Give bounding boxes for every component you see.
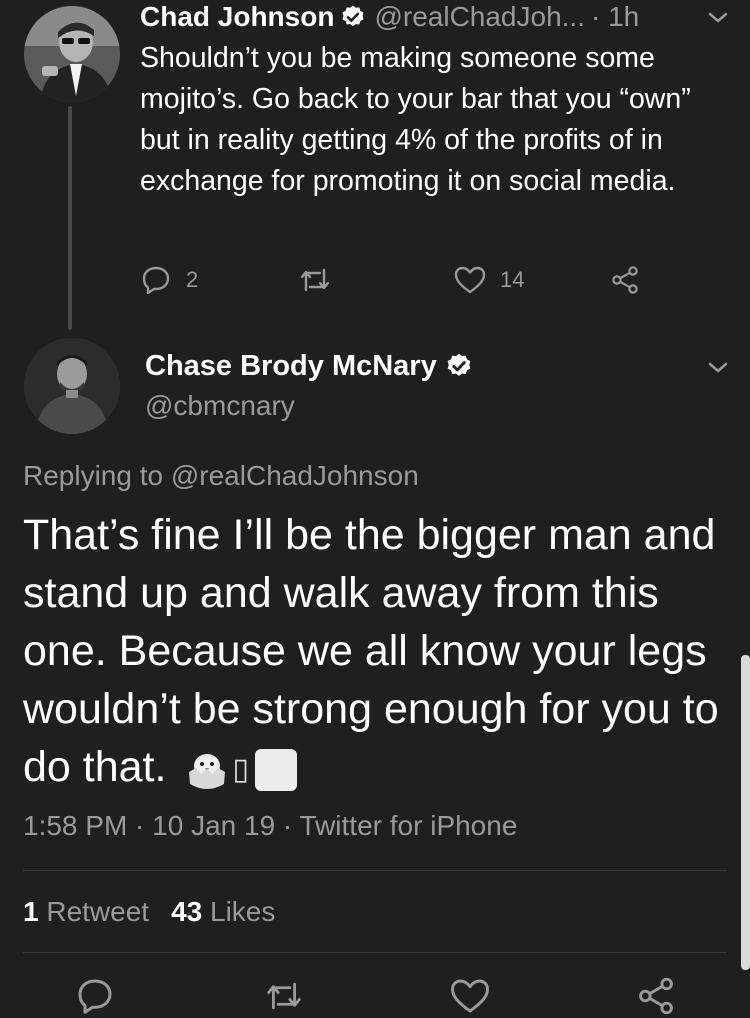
parent-reply-count: 2 bbox=[186, 267, 199, 292]
reply-icon bbox=[142, 266, 170, 295]
verified-badge-icon bbox=[340, 4, 366, 30]
parent-tweet-header: Chad Johnson @realChadJoh... · 1h bbox=[140, 0, 639, 34]
main-tweet-actions bbox=[0, 976, 750, 1016]
parent-retweet-button[interactable] bbox=[298, 262, 332, 298]
replying-to-label[interactable]: Replying to @realChadJohnson bbox=[23, 460, 419, 492]
share-icon bbox=[639, 977, 673, 1015]
parent-share-button[interactable] bbox=[610, 262, 640, 298]
main-tweet-stats: 1 Retweet 43 Likes bbox=[23, 896, 275, 928]
missing-glyph-box: ▯ bbox=[232, 752, 249, 786]
avatar-chad-johnson[interactable] bbox=[24, 6, 120, 102]
main-tweet-name-row: Chase Brody McNary bbox=[145, 348, 481, 384]
main-like-button[interactable] bbox=[450, 976, 490, 1016]
tweet-thread: Chad Johnson @realChadJoh... · 1h Should… bbox=[0, 0, 750, 1018]
main-tweet-timestamp-source: 1:58 PM · 10 Jan 19 · Twitter for iPhone bbox=[23, 810, 518, 841]
share-icon bbox=[612, 266, 638, 294]
parent-tweet-menu-chevron-down-icon[interactable] bbox=[706, 8, 730, 28]
parent-author-handle[interactable]: @realChadJoh... bbox=[374, 1, 585, 33]
like-icon bbox=[454, 266, 486, 294]
like-icon bbox=[451, 979, 489, 1013]
main-share-button[interactable] bbox=[636, 976, 676, 1016]
like-count[interactable]: 43 bbox=[171, 896, 202, 927]
white-square-emoji-icon bbox=[254, 748, 297, 791]
parent-like-button[interactable]: 14 bbox=[454, 262, 524, 298]
parent-author-name[interactable]: Chad Johnson bbox=[140, 1, 334, 33]
parent-like-count: 14 bbox=[500, 267, 525, 292]
parent-tweet-time: · 1h bbox=[591, 1, 640, 32]
main-author-handle[interactable]: @cbmcnary bbox=[145, 390, 295, 422]
divider-bottom bbox=[23, 952, 727, 953]
main-reply-button[interactable] bbox=[75, 976, 115, 1016]
main-tweet-text: That’s fine I’ll be the bigger man and s… bbox=[23, 511, 719, 791]
thread-connector-line bbox=[68, 106, 72, 330]
divider-top bbox=[23, 870, 727, 871]
scrollbar[interactable] bbox=[741, 655, 750, 970]
main-tweet-text-block: That’s fine I’ll be the bigger man and s… bbox=[23, 506, 723, 799]
main-retweet-button[interactable] bbox=[264, 976, 304, 1016]
retweet-count-label[interactable]: Retweet bbox=[46, 896, 149, 927]
hatching-chick-emoji-icon bbox=[184, 749, 230, 791]
verified-badge-icon bbox=[445, 352, 473, 380]
main-tweet-menu-chevron-down-icon[interactable] bbox=[706, 358, 730, 378]
like-count-label[interactable]: Likes bbox=[210, 896, 275, 927]
parent-reply-button[interactable]: 2 bbox=[140, 262, 198, 298]
retweet-count[interactable]: 1 bbox=[23, 896, 39, 927]
reply-icon bbox=[78, 979, 112, 1014]
parent-tweet-text: Shouldn’t you be making someone some moj… bbox=[140, 42, 691, 197]
avatar-chase-brody-mcnary[interactable] bbox=[24, 338, 120, 434]
retweet-icon bbox=[267, 982, 301, 1010]
main-author-name[interactable]: Chase Brody McNary bbox=[145, 350, 437, 383]
retweet-icon bbox=[300, 268, 330, 292]
emoji-group: ▯ bbox=[184, 741, 297, 799]
parent-tweet-actions: 2 14 bbox=[140, 262, 660, 298]
